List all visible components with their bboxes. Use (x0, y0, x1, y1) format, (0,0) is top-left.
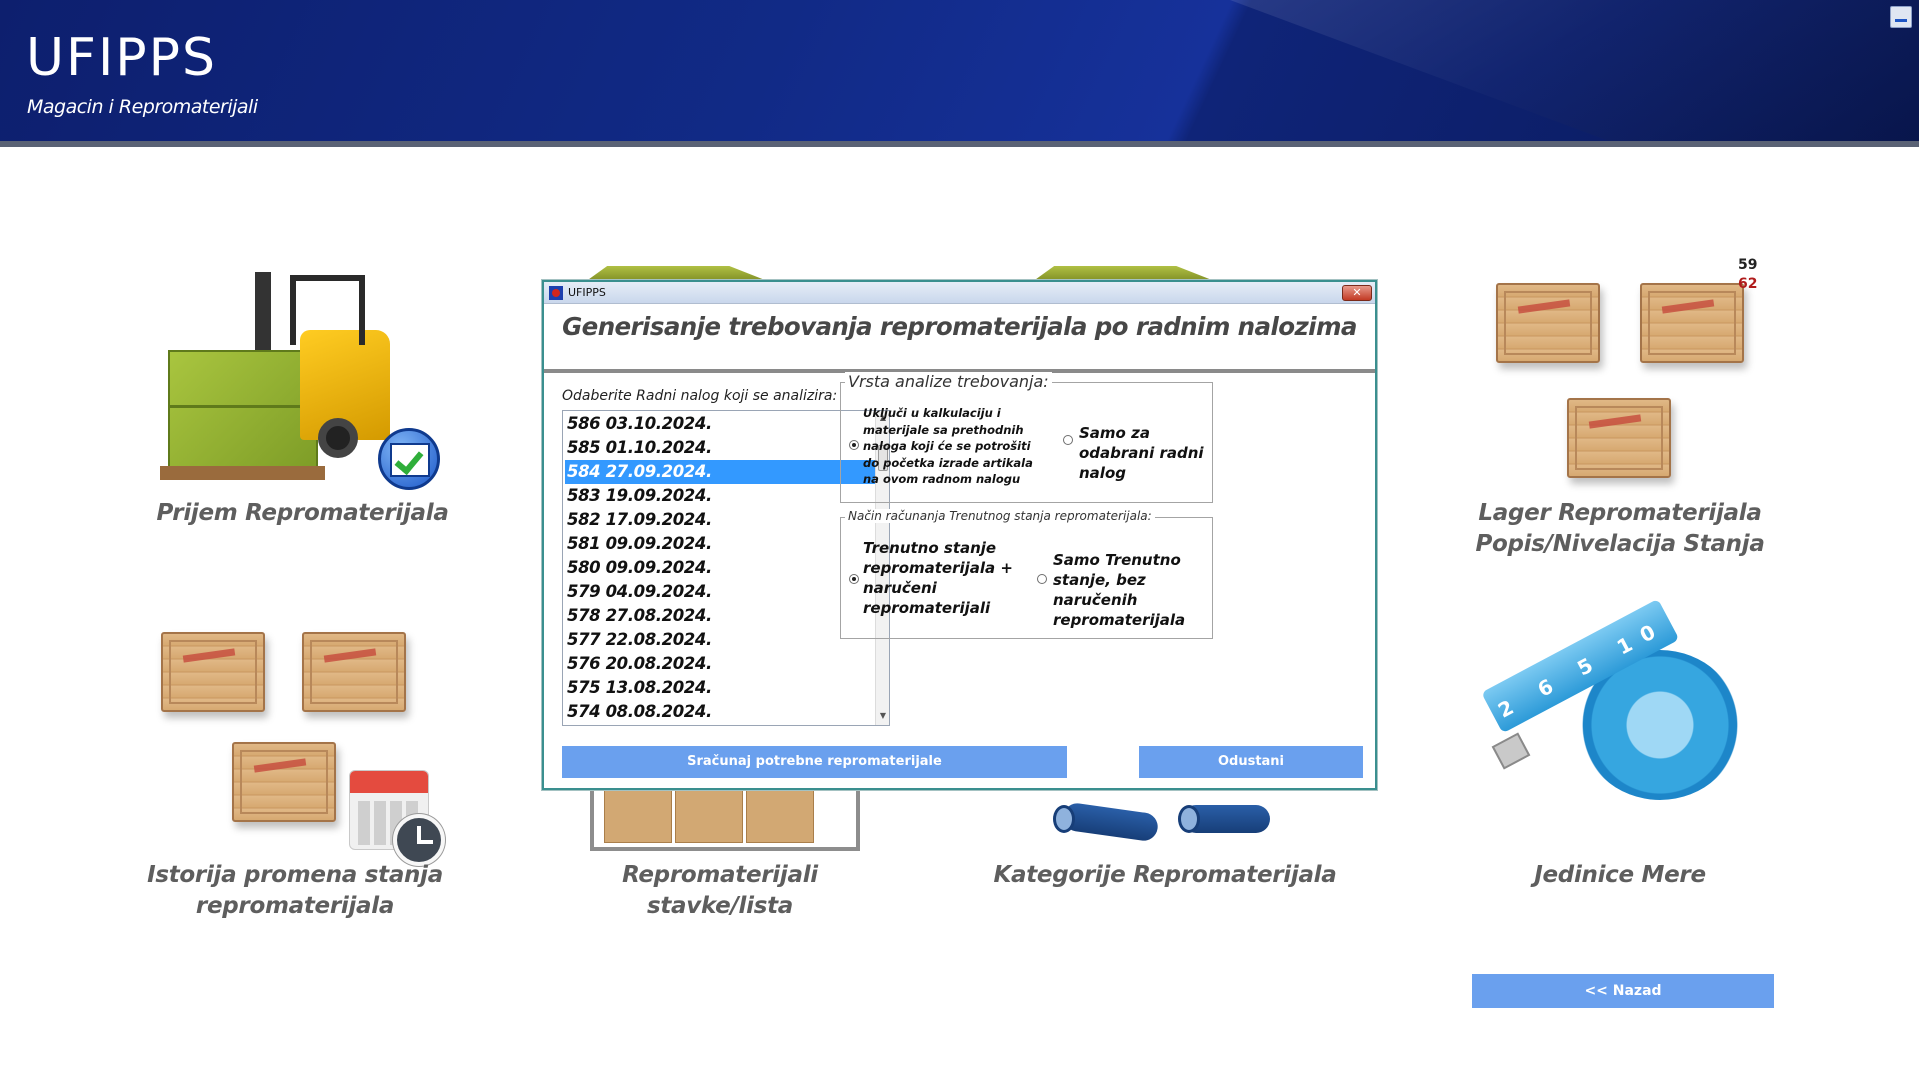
stock-calc-legend: Način računanja Trenutnog stanja reproma… (845, 509, 1155, 523)
work-order-item[interactable]: 581 09.09.2024. (565, 532, 875, 556)
tile-label-kategorije: Kategorije Repromaterijala (993, 862, 1337, 888)
work-order-item[interactable]: 576 20.08.2024. (565, 652, 875, 676)
radio-include-previous-label[interactable]: Uključi u kalkulaciju i materijale sa pr… (863, 405, 1048, 488)
tile-label-lager-line1: Lager Repromaterijala (1478, 500, 1762, 526)
order-list-caption: Odaberite Radni nalog koji se analizira: (562, 388, 838, 404)
stock-calc-group: Način računanja Trenutnog stanja reproma… (840, 509, 1213, 639)
generate-requisition-dialog: UFIPPS ✕ Generisanje trebovanja repromat… (542, 280, 1377, 790)
clock-icon (393, 814, 445, 866)
shelf-box-icon (604, 788, 672, 843)
dialog-heading: Generisanje trebovanja repromaterijala p… (562, 312, 1357, 341)
back-button[interactable]: << Nazad (1472, 974, 1774, 1008)
work-order-item[interactable]: 577 22.08.2024. (565, 628, 875, 652)
radio-without-ordered[interactable] (1037, 574, 1047, 584)
yoga-mat-end (1178, 805, 1200, 833)
radio-with-ordered-label[interactable]: Trenutno stanje repromaterijala + naruče… (863, 538, 1013, 618)
work-order-item[interactable]: 580 09.09.2024. (565, 556, 875, 580)
minimize-window-icon[interactable] (1890, 6, 1912, 28)
tile-label-istorija-line1: Istorija promena stanja (147, 862, 443, 888)
work-order-item[interactable]: 586 03.10.2024. (565, 412, 875, 436)
work-order-item[interactable]: 584 27.09.2024. (565, 460, 875, 484)
pallet-base (160, 466, 325, 480)
shelf-box-icon (746, 788, 814, 843)
tile-label-stavke-line2: stavke/lista (646, 893, 794, 919)
analysis-type-legend: Vrsta analize trebovanja: (845, 372, 1052, 391)
yoga-mat-icon (1061, 801, 1160, 843)
crate-icon (1640, 283, 1744, 363)
forklift-wheel-icon (318, 418, 358, 458)
app-window: UFIPPS Magacin i Repromaterijali Prijem … (0, 0, 1919, 1080)
pallet-divider (168, 405, 318, 408)
radio-with-ordered[interactable] (849, 574, 859, 584)
radio-without-ordered-label[interactable]: Samo Trenutno stanje, bez naručenih repr… (1053, 550, 1213, 630)
dialog-titlebar[interactable]: UFIPPS ✕ (544, 282, 1375, 304)
tile-label-lager-line2: Popis/Nivelacija Stanja (1475, 531, 1765, 557)
tile-label-jedinice: Jedinice Mere (1534, 862, 1706, 888)
forklift-pallet-icon (168, 350, 318, 470)
tape-tip (1491, 732, 1531, 770)
header-divider (0, 141, 1919, 147)
close-icon[interactable]: ✕ (1342, 285, 1372, 301)
cancel-button[interactable]: Odustani (1139, 746, 1363, 778)
crate-icon (232, 742, 336, 822)
app-title: UFIPPS (26, 28, 218, 88)
count-label-second: 62 (1738, 276, 1758, 292)
radio-include-previous[interactable] (849, 440, 859, 450)
work-order-item[interactable]: 575 13.08.2024. (565, 676, 875, 700)
tile-label-prijem: Prijem Repromaterijala (156, 500, 449, 526)
forklift-cage (290, 275, 365, 345)
yoga-mat-end (1053, 805, 1075, 833)
crate-icon (161, 632, 265, 712)
tile-label-stavke-line1: Repromaterijali (622, 862, 818, 888)
app-subtitle: Magacin i Repromaterijali (27, 96, 258, 118)
crate-icon (1496, 283, 1600, 363)
scroll-down-icon[interactable]: ▼ (876, 709, 889, 723)
analysis-type-group: Vrsta analize trebovanja: Uključi u kalk… (840, 372, 1213, 503)
work-order-item[interactable]: 583 19.09.2024. (565, 484, 875, 508)
dialog-app-title: UFIPPS (568, 286, 606, 299)
work-order-item[interactable]: 585 01.10.2024. (565, 436, 875, 460)
work-order-item[interactable]: 578 27.08.2024. (565, 604, 875, 628)
radio-selected-only-label[interactable]: Samo za odabrani radni nalog (1079, 423, 1209, 483)
checkmark-icon (378, 428, 440, 490)
work-order-item[interactable]: 582 17.09.2024. (565, 508, 875, 532)
count-label-first: 59 (1738, 257, 1758, 273)
crate-icon (302, 632, 406, 712)
shelf-box-icon (675, 788, 743, 843)
tile-label-istorija-line2: repromaterijala (195, 893, 395, 919)
radio-selected-only[interactable] (1063, 435, 1073, 445)
calculate-button[interactable]: Sračunaj potrebne repromaterijale (562, 746, 1067, 778)
work-order-item[interactable]: 574 08.08.2024. (565, 700, 875, 724)
crate-icon (1567, 398, 1671, 478)
app-icon (549, 286, 563, 300)
work-order-item[interactable]: 579 04.09.2024. (565, 580, 875, 604)
